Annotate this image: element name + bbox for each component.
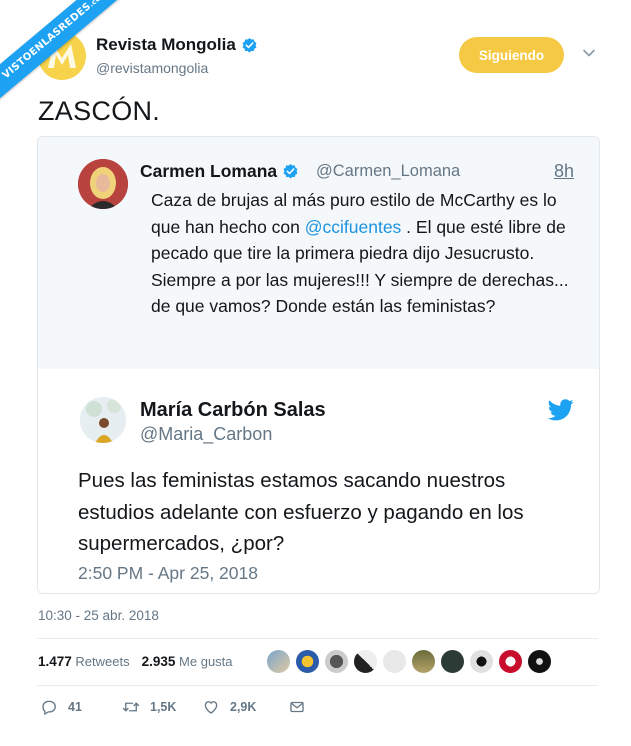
liker-avatar[interactable] xyxy=(527,649,552,674)
account-name[interactable]: Revista Mongolia xyxy=(96,35,258,55)
heart-icon xyxy=(204,701,218,714)
liker-avatar[interactable] xyxy=(353,649,378,674)
carmen-name-text: Carmen Lomana xyxy=(140,161,278,181)
carmen-timestamp[interactable]: 8h xyxy=(554,161,574,182)
mail-icon xyxy=(290,701,304,713)
tweet-timestamp[interactable]: 10:30 - 25 abr. 2018 xyxy=(38,608,159,623)
divider xyxy=(37,638,598,639)
retweet-count: 1,5K xyxy=(150,700,177,714)
direct-message-button[interactable] xyxy=(288,698,306,716)
tweet-stats: 1.477 Retweets 2.935 Me gusta xyxy=(38,654,233,669)
like-button[interactable]: 2,9K xyxy=(202,698,288,716)
maria-portrait-icon xyxy=(80,397,126,443)
liker-avatar[interactable] xyxy=(440,649,465,674)
liker-avatar[interactable] xyxy=(266,649,291,674)
divider xyxy=(37,685,598,686)
following-button[interactable]: Siguiendo xyxy=(459,37,564,73)
carmen-avatar[interactable] xyxy=(78,159,128,209)
carmen-handle[interactable]: @Carmen_Lomana xyxy=(316,162,460,181)
account-name-text: Revista Mongolia xyxy=(96,35,236,54)
retweet-icon xyxy=(122,702,140,712)
likes-label: Me gusta xyxy=(179,654,233,669)
liker-avatar[interactable] xyxy=(324,649,349,674)
liker-avatar[interactable] xyxy=(295,649,320,674)
liker-avatar[interactable] xyxy=(498,649,523,674)
carmen-portrait-icon xyxy=(78,159,128,209)
carmen-tweet-text: Caza de brujas al más puro estilo de McC… xyxy=(151,187,571,320)
tweet-actions: 41 1,5K 2,9K xyxy=(40,698,306,716)
carmen-name[interactable]: Carmen Lomana xyxy=(140,161,299,182)
maria-name[interactable]: María Carbón Salas xyxy=(140,399,326,422)
twitter-bird-icon[interactable] xyxy=(548,399,574,421)
likes-count: 2.935 xyxy=(141,654,176,669)
maria-avatar[interactable] xyxy=(80,397,126,443)
liker-avatar[interactable] xyxy=(382,649,407,674)
retweets-count: 1.477 xyxy=(38,654,72,669)
maria-tweet-text: Pues las feministas estamos sacando nues… xyxy=(78,469,524,555)
chevron-down-icon[interactable] xyxy=(582,46,596,60)
liker-avatar[interactable] xyxy=(469,649,494,674)
mention-link[interactable]: @ccifuentes xyxy=(305,217,402,237)
likes-stat[interactable]: 2.935 Me gusta xyxy=(142,654,233,669)
liker-avatar[interactable] xyxy=(411,649,436,674)
account-handle[interactable]: @revistamongolia xyxy=(96,60,208,76)
maria-handle[interactable]: @Maria_Carbon xyxy=(140,424,272,445)
quoted-tweet-card[interactable]: Carmen Lomana @Carmen_Lomana 8h Caza de … xyxy=(37,136,600,594)
retweets-stat[interactable]: 1.477 Retweets xyxy=(38,654,130,669)
reply-icon xyxy=(42,700,56,715)
tweet-text: ZASCÓN. xyxy=(38,96,161,126)
verified-icon xyxy=(283,164,298,179)
maria-timestamp[interactable]: 2:50 PM - Apr 25, 2018 xyxy=(78,563,258,584)
watermark-suffix: .com xyxy=(88,0,109,9)
liker-avatars xyxy=(266,649,552,674)
verified-icon xyxy=(242,37,257,52)
reply-count: 41 xyxy=(68,700,82,714)
embedded-tweet[interactable]: María Carbón Salas @Maria_Carbon Pues la… xyxy=(38,369,599,593)
reply-button[interactable]: 41 xyxy=(40,698,122,716)
retweets-label: Retweets xyxy=(75,654,130,669)
like-count: 2,9K xyxy=(230,700,257,714)
retweet-button[interactable]: 1,5K xyxy=(122,698,202,716)
